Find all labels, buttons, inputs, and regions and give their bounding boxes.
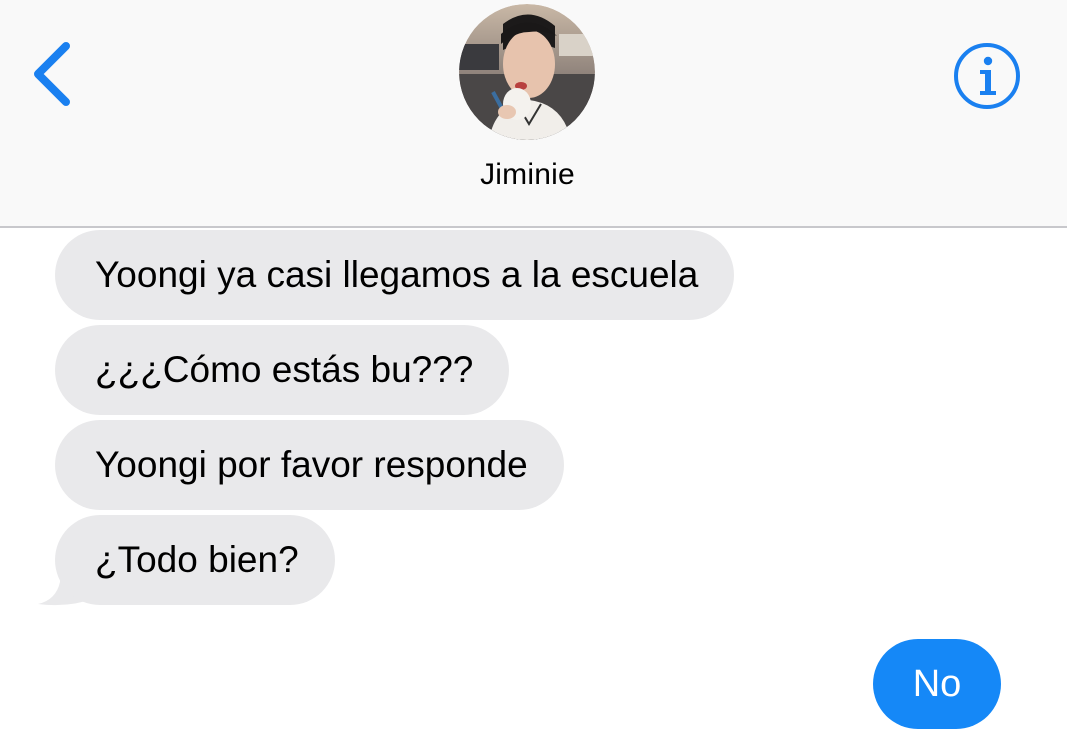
conversation-header: Jiminie — [0, 0, 1067, 228]
contact-avatar[interactable] — [459, 4, 595, 140]
incoming-message[interactable]: ¿Todo bien? — [55, 515, 335, 605]
message-thread: Yoongi ya casi llegamos a la escuela ¿¿¿… — [0, 228, 1067, 731]
outgoing-message[interactable]: No — [873, 639, 1001, 729]
incoming-message[interactable]: ¿¿¿Cómo estás bu??? — [55, 325, 510, 415]
info-button[interactable] — [953, 42, 1021, 110]
chevron-left-icon — [34, 42, 70, 106]
contact-name[interactable]: Jiminie — [0, 158, 1055, 192]
avatar-photo — [459, 4, 595, 140]
incoming-message[interactable]: Yoongi ya casi llegamos a la escuela — [55, 230, 735, 320]
info-icon — [954, 43, 1020, 109]
incoming-message[interactable]: Yoongi por favor responde — [55, 420, 564, 510]
back-button[interactable] — [28, 38, 78, 110]
